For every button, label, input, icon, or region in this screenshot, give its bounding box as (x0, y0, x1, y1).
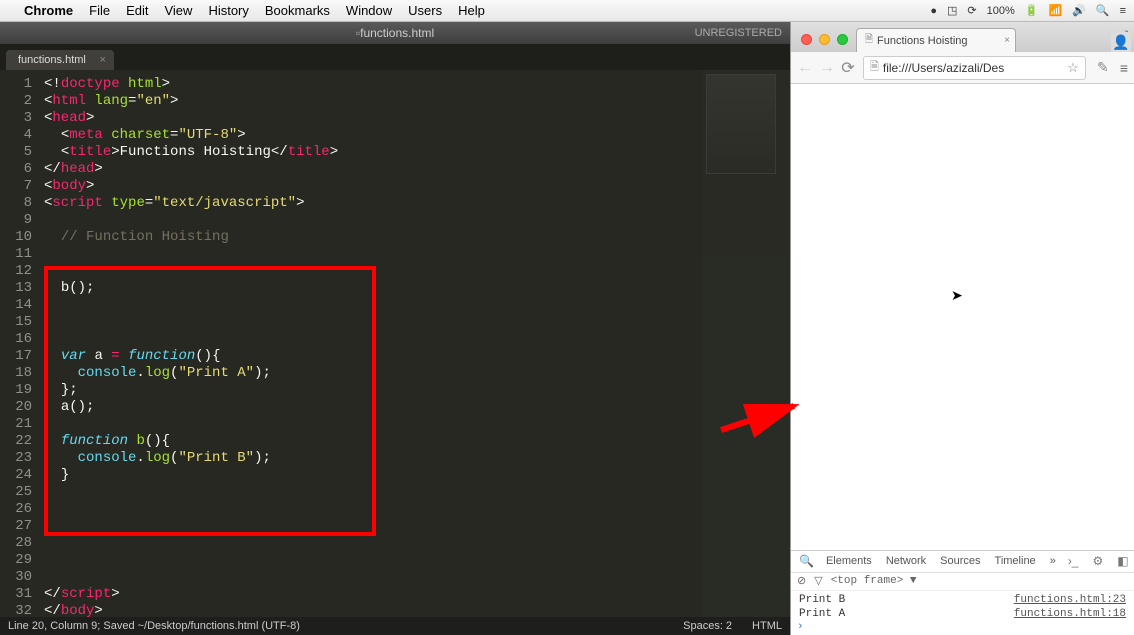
console-output: Print B functions.html:23 Print A functi… (791, 591, 1134, 635)
dt-tab-more[interactable]: » (1044, 555, 1062, 567)
profile-avatar[interactable]: 👤 (1111, 32, 1131, 52)
mouse-cursor-icon: ➤ (951, 287, 963, 304)
clear-console-icon[interactable]: ⊘ (797, 574, 806, 588)
notifications-icon[interactable]: ≡ (1120, 5, 1126, 17)
filter-icon[interactable]: ▽ (814, 574, 822, 588)
code-area[interactable]: 12345678 910111213141516 171819202122232… (0, 70, 790, 617)
menu-help[interactable]: Help (458, 3, 485, 18)
window-zoom-button[interactable] (837, 34, 848, 45)
unregistered-label: UNREGISTERED (695, 27, 782, 39)
battery-text: 100% (987, 5, 1015, 17)
spotlight-icon[interactable]: 🔍 (1096, 4, 1110, 17)
address-bar[interactable]: 🗎 file:///Users/azizali/Des ☆ (863, 56, 1086, 80)
console-toggle-icon[interactable]: ›_ (1064, 554, 1083, 568)
reload-button[interactable]: ⟳ (841, 58, 855, 78)
window-minimize-button[interactable] (819, 34, 830, 45)
editor-window: ▫ functions.html UNREGISTERED functions.… (0, 22, 790, 635)
dt-tab-elements[interactable]: Elements (820, 555, 878, 567)
console-message: Print A (799, 608, 845, 620)
editor-statusbar: Line 20, Column 9; Saved ~/Desktop/funct… (0, 617, 790, 635)
editor-tab-functions[interactable]: functions.html × (6, 50, 114, 70)
dt-tab-timeline[interactable]: Timeline (989, 555, 1042, 567)
editor-title: functions.html (360, 26, 434, 40)
minimap-viewport[interactable] (706, 74, 776, 174)
volume-icon[interactable]: 🔊 (1072, 4, 1086, 17)
editor-titlebar: ▫ functions.html UNREGISTERED (0, 22, 790, 44)
menu-bookmarks[interactable]: Bookmarks (265, 3, 330, 18)
close-tab-icon[interactable]: × (99, 54, 105, 66)
menu-edit[interactable]: Edit (126, 3, 148, 18)
page-content: ➤ (791, 84, 1134, 550)
console-prompt[interactable]: › (791, 621, 1134, 633)
code-content[interactable]: <!doctype html> <html lang="en"> <head> … (40, 70, 338, 617)
traffic-lights (795, 34, 856, 52)
forward-button[interactable]: → (819, 59, 833, 77)
tab-file-icon: 🗎 (865, 32, 873, 49)
extension-icon[interactable]: ✎ (1094, 59, 1112, 77)
editor-tab-label: functions.html (18, 54, 86, 66)
url-text: file:///Users/azizali/Des (883, 61, 1004, 75)
status-spaces[interactable]: Spaces: 2 (683, 620, 732, 632)
dt-tab-sources[interactable]: Sources (934, 555, 986, 567)
menu-users[interactable]: Users (408, 3, 442, 18)
devtools-panel: 🔍 Elements Network Sources Timeline » ›_… (791, 550, 1134, 635)
chrome-tab-title: Functions Hoisting (877, 35, 968, 47)
sync-icon[interactable]: ⟳ (967, 4, 976, 17)
chrome-tabbar: 🗎 Functions Hoisting × ⤢ 👤 (791, 22, 1134, 52)
devtools-filterbar: ⊘ ▽ <top frame> ▼ (791, 573, 1134, 591)
devtools-tabs: 🔍 Elements Network Sources Timeline » ›_… (791, 551, 1134, 573)
menu-history[interactable]: History (208, 3, 248, 18)
menu-window[interactable]: Window (346, 3, 392, 18)
menu-view[interactable]: View (164, 3, 192, 18)
record-icon[interactable]: ● (930, 5, 937, 17)
inspect-icon[interactable]: 🔍 (795, 554, 818, 568)
console-row: Print A functions.html:18 (791, 607, 1134, 621)
status-left: Line 20, Column 9; Saved ~/Desktop/funct… (8, 620, 300, 632)
menu-hamburger-icon[interactable]: ≡ (1120, 60, 1128, 76)
minimap[interactable] (702, 70, 790, 617)
console-source-link[interactable]: functions.html:23 (1014, 594, 1126, 606)
frame-selector[interactable]: <top frame> ▼ (831, 575, 917, 587)
editor-tabs: functions.html × (0, 44, 790, 70)
bookmark-star-icon[interactable]: ☆ (1067, 60, 1079, 76)
close-tab-icon[interactable]: × (1004, 35, 1010, 46)
browser-window: 🗎 Functions Hoisting × ⤢ 👤 ← → ⟳ 🗎 file:… (790, 22, 1134, 635)
battery-icon[interactable]: 🔋 (1025, 4, 1039, 17)
settings-gear-icon[interactable]: ⚙ (1088, 554, 1107, 568)
chrome-tab[interactable]: 🗎 Functions Hoisting × (856, 28, 1016, 52)
console-row: Print B functions.html:23 (791, 593, 1134, 607)
console-message: Print B (799, 594, 845, 606)
chrome-toolbar: ← → ⟳ 🗎 file:///Users/azizali/Des ☆ ✎ ≡ (791, 52, 1134, 84)
menu-file[interactable]: File (89, 3, 110, 18)
dock-icon[interactable]: ◧ (1113, 554, 1132, 568)
dt-tab-network[interactable]: Network (880, 555, 932, 567)
status-lang[interactable]: HTML (752, 620, 782, 632)
line-gutter: 12345678 910111213141516 171819202122232… (0, 70, 40, 617)
mac-menubar: Chrome File Edit View History Bookmarks … (0, 0, 1134, 22)
wifi-icon[interactable]: 📶 (1048, 4, 1062, 17)
console-source-link[interactable]: functions.html:18 (1014, 608, 1126, 620)
back-button[interactable]: ← (797, 59, 811, 77)
menu-app[interactable]: Chrome (24, 3, 73, 18)
window-close-button[interactable] (801, 34, 812, 45)
url-file-icon: 🗎 (870, 58, 879, 77)
gdrive-icon[interactable]: ◳ (947, 4, 957, 17)
